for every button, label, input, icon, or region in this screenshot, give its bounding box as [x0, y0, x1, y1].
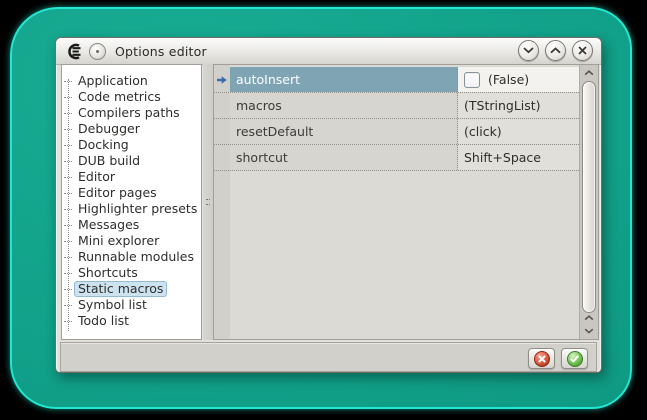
tree-connector-stub — [64, 81, 72, 82]
scrollbar-thumb[interactable] — [582, 81, 596, 313]
tree-connector-stub — [64, 97, 72, 98]
cancel-button[interactable] — [528, 348, 555, 369]
footer-panel — [60, 342, 597, 372]
property-value-text: (click) — [464, 119, 502, 144]
tree-connector-stub — [64, 145, 72, 146]
tree-connector-stub — [64, 193, 72, 194]
grid-row-gutter — [214, 119, 230, 144]
sidebar-item-editor-pages[interactable]: Editor pages — [62, 185, 201, 201]
tree-connector-stub — [64, 241, 72, 242]
sidebar-item-editor[interactable]: Editor — [62, 169, 201, 185]
sidebar-item-docking[interactable]: Docking — [62, 137, 201, 153]
grid-scrollbar[interactable] — [579, 65, 598, 339]
green-check-icon — [567, 351, 583, 367]
window-menu-button[interactable] — [89, 43, 106, 60]
property-name-cell[interactable]: autoInsert — [230, 67, 458, 92]
tree-connector-stub — [64, 225, 72, 226]
sidebar-item-todo-list[interactable]: Todo list — [62, 313, 201, 329]
tree-connector-stub — [64, 161, 72, 162]
chevron-down-icon — [584, 328, 594, 334]
grid-row-gutter — [214, 67, 230, 92]
window-title: Options editor — [115, 44, 207, 59]
splitter-handle[interactable] — [203, 64, 213, 340]
blue-arrow-right-icon — [216, 74, 228, 86]
sidebar-item-application[interactable]: Application — [62, 73, 201, 89]
property-name-cell[interactable]: resetDefault — [230, 119, 458, 144]
tree-connector-stub — [64, 321, 72, 322]
chevron-up-icon — [584, 70, 594, 76]
red-cross-icon — [534, 351, 550, 367]
grid-row[interactable]: shortcut Shift+Space — [214, 145, 579, 171]
property-value-text: (False) — [488, 67, 529, 92]
minimize-button[interactable] — [518, 40, 539, 61]
grid-row[interactable]: resetDefault (click) — [214, 119, 579, 145]
maximize-button[interactable] — [545, 40, 566, 61]
sidebar-item-static-macros[interactable]: Static macros — [62, 281, 201, 297]
tree-connector-stub — [64, 177, 72, 178]
sidebar-item-dub-build[interactable]: DUB build — [62, 153, 201, 169]
tree-connector-stub — [64, 257, 72, 258]
scrollbar-up-button-bottom[interactable] — [580, 311, 598, 325]
splitter-grip-icon — [206, 199, 210, 205]
grid-row-gutter — [214, 93, 230, 118]
tree-connector-stub — [64, 289, 72, 290]
window-controls — [518, 40, 593, 61]
sidebar-item-highlighter-presets[interactable]: Highlighter presets — [62, 201, 201, 217]
window-menu-dot-icon — [96, 50, 99, 53]
tree-connector-stub — [64, 209, 72, 210]
property-value-cell[interactable]: (click) — [458, 119, 579, 144]
grid-row-gutter — [214, 145, 230, 170]
property-value-cell[interactable]: (TStringList) — [458, 93, 579, 118]
property-value-text: (TStringList) — [464, 93, 541, 118]
sidebar-item-compilers-paths[interactable]: Compilers paths — [62, 105, 201, 121]
tree-connector-stub — [64, 273, 72, 274]
close-icon — [578, 46, 587, 55]
property-value-cell[interactable]: Shift+Space — [458, 145, 579, 170]
options-editor-window: Options editor Application — [55, 37, 602, 373]
titlebar: Options editor — [56, 38, 601, 65]
sidebar-item-symbol-list[interactable]: Symbol list — [62, 297, 201, 313]
property-grid: autoInsert (False) macros (TStringList) … — [213, 64, 599, 340]
tree-connector-stub — [64, 113, 72, 114]
property-value-cell[interactable]: (False) — [458, 67, 579, 92]
checkbox[interactable] — [464, 72, 480, 88]
close-button[interactable] — [572, 40, 593, 61]
property-name-cell[interactable]: macros — [230, 93, 458, 118]
grid-row[interactable]: autoInsert (False) — [214, 67, 579, 93]
tree-connector-stub — [64, 129, 72, 130]
grid-row[interactable]: macros (TStringList) — [214, 93, 579, 119]
property-value-text: Shift+Space — [464, 145, 541, 170]
sidebar-list: Application Code metrics Compilers paths… — [62, 73, 201, 329]
coedit-logo-icon — [64, 43, 85, 60]
sidebar-item-messages[interactable]: Messages — [62, 217, 201, 233]
sidebar-item-mini-explorer[interactable]: Mini explorer — [62, 233, 201, 249]
scrollbar-down-button[interactable] — [580, 324, 598, 338]
chevron-down-icon — [523, 47, 534, 54]
sidebar-item-shortcuts[interactable]: Shortcuts — [62, 265, 201, 281]
scrollbar-up-button[interactable] — [580, 66, 598, 80]
category-list: Application Code metrics Compilers paths… — [61, 64, 202, 340]
sidebar-item-debugger[interactable]: Debugger — [62, 121, 201, 137]
accept-button[interactable] — [561, 348, 588, 369]
tree-connector-stub — [64, 305, 72, 306]
sidebar-item-code-metrics[interactable]: Code metrics — [62, 89, 201, 105]
chevron-up-icon — [550, 47, 561, 54]
grid-rows: autoInsert (False) macros (TStringList) … — [214, 67, 579, 171]
chevron-up-icon — [584, 315, 594, 321]
property-name-cell[interactable]: shortcut — [230, 145, 458, 170]
sidebar-item-runnable-modules[interactable]: Runnable modules — [62, 249, 201, 265]
